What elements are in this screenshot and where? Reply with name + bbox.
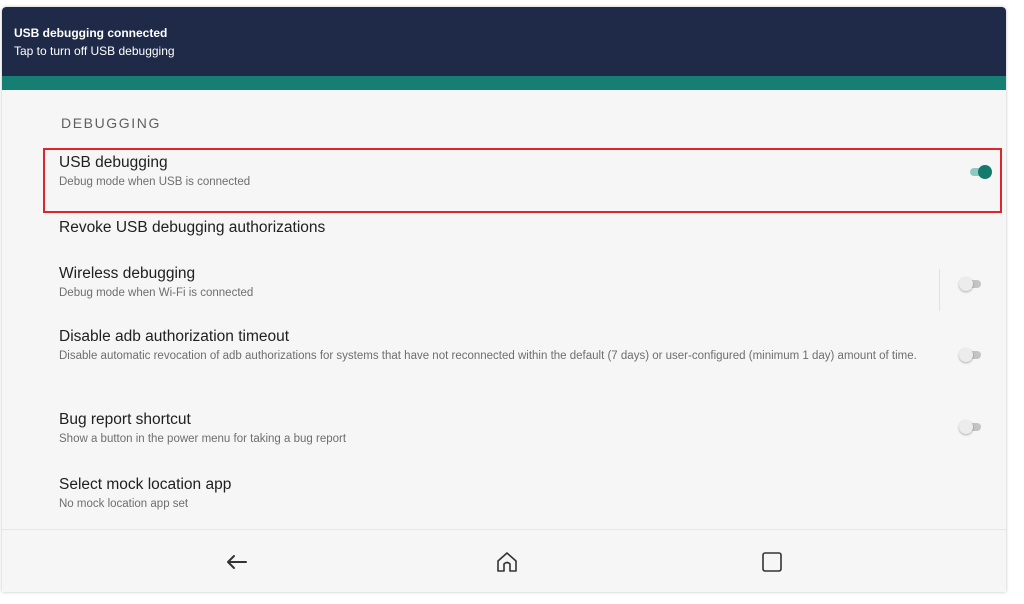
pref-select-mock-location-app[interactable]: Select mock location app No mock locatio…: [59, 476, 939, 511]
usb-debugging-switch[interactable]: [968, 165, 992, 179]
pref-title: Bug report shortcut: [59, 411, 191, 428]
pref-title: Revoke USB debugging authorizations: [59, 219, 326, 236]
pref-summary: Debug mode when Wi-Fi is connected: [59, 287, 254, 299]
notification-title: USB debugging connected: [14, 26, 168, 40]
pref-bug-report-shortcut[interactable]: Bug report shortcut Show a button in the…: [59, 411, 939, 446]
pref-wireless-debugging[interactable]: Wireless debugging Debug mode when Wi-Fi…: [59, 265, 929, 300]
back-button[interactable]: [222, 548, 250, 576]
switch-thumb: [978, 165, 992, 179]
recents-button[interactable]: [758, 548, 786, 576]
pref-title: Disable adb authorization timeout: [59, 328, 290, 345]
pref-usb-debugging[interactable]: USB debugging Debug mode when USB is con…: [59, 154, 939, 189]
pref-summary: No mock location app set: [59, 498, 189, 510]
switch-thumb: [959, 420, 973, 434]
back-arrow-icon: [227, 555, 247, 569]
switch-thumb: [959, 348, 973, 362]
pref-summary: Debug mode when USB is connected: [59, 176, 251, 188]
pref-summary: Show a button in the power menu for taki…: [59, 433, 347, 445]
bug-report-shortcut-switch[interactable]: [959, 420, 983, 434]
adb-auth-timeout-switch[interactable]: [959, 348, 983, 362]
usb-debugging-notification[interactable]: USB debugging connected Tap to turn off …: [2, 7, 1006, 90]
switch-thumb: [959, 277, 973, 291]
home-icon: [497, 552, 517, 572]
pref-revoke-usb-authorizations[interactable]: Revoke USB debugging authorizations: [59, 219, 939, 237]
section-header-debugging: DEBUGGING: [61, 115, 161, 131]
notification-subtitle: Tap to turn off USB debugging: [14, 44, 175, 58]
app-bar-accent: [2, 76, 1006, 90]
wireless-debugging-switch[interactable]: [959, 277, 983, 291]
navigation-bar: [2, 529, 1006, 592]
pref-summary: Disable automatic revocation of adb auth…: [59, 350, 917, 362]
pref-title: USB debugging: [59, 154, 168, 171]
wireless-debugging-divider: [939, 269, 940, 311]
screen-frame: USB debugging connected Tap to turn off …: [2, 7, 1006, 592]
pref-disable-adb-auth-timeout[interactable]: Disable adb authorization timeout Disabl…: [59, 328, 944, 363]
home-button[interactable]: [493, 548, 521, 576]
recents-square-icon: [762, 552, 782, 572]
pref-title: Select mock location app: [59, 476, 232, 493]
pref-title: Wireless debugging: [59, 265, 196, 282]
